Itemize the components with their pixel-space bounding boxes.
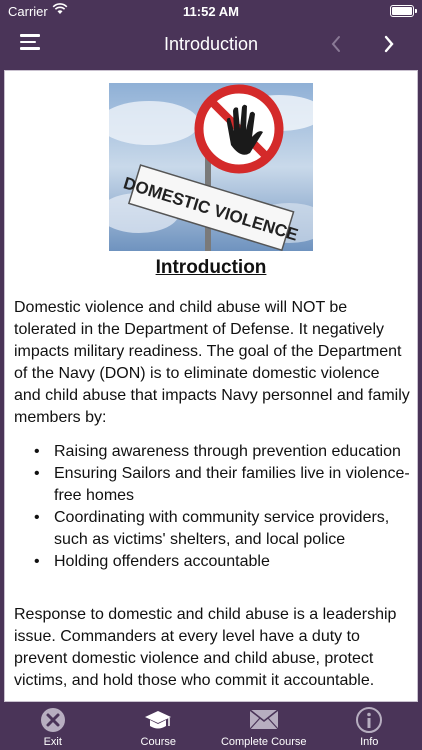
lesson-content[interactable]: DOMESTIC VIOLENCE Introduction Domestic … <box>4 70 418 702</box>
close-circle-icon <box>40 708 65 732</box>
battery-icon <box>390 5 417 17</box>
intro-paragraph: Domestic violence and child abuse will N… <box>14 299 410 426</box>
tab-bar: Exit Course Complete Course Info <box>0 702 422 750</box>
hero-image: DOMESTIC VIOLENCE <box>109 83 313 251</box>
page-title: Introduction <box>163 34 259 54</box>
chevron-right-icon[interactable] <box>383 34 395 56</box>
tab-complete-course[interactable]: Complete Course <box>211 702 317 750</box>
navigation-bar: Introduction <box>0 22 422 66</box>
envelope-icon <box>249 709 279 730</box>
content-frame: DOMESTIC VIOLENCE Introduction Domestic … <box>0 66 422 702</box>
chevron-left-icon[interactable] <box>330 34 342 56</box>
status-bar: Carrier 11:52 AM <box>0 0 422 22</box>
tab-label: Course <box>140 736 176 748</box>
section-heading: Introduction <box>155 257 267 278</box>
list-item: Ensuring Sailors and their families live… <box>14 463 410 507</box>
tab-label: Exit <box>43 736 62 748</box>
info-circle-icon <box>356 707 383 733</box>
list-item: Holding offenders accountable <box>14 551 410 573</box>
tab-course[interactable]: Course <box>106 702 212 750</box>
leadership-paragraph: Response to domestic and child abuse is … <box>14 606 397 689</box>
status-time: 11:52 AM <box>183 4 239 19</box>
tab-info[interactable]: Info <box>317 702 422 750</box>
list-item: Coordinating with community service prov… <box>14 507 410 551</box>
list-item: Raising awareness through prevention edu… <box>14 441 410 463</box>
goals-list: Raising awareness through prevention edu… <box>14 441 410 573</box>
tab-label: Info <box>360 736 379 748</box>
tab-exit[interactable]: Exit <box>0 702 106 750</box>
tab-label: Complete Course <box>220 736 307 748</box>
stop-domestic-violence-image: DOMESTIC VIOLENCE <box>109 83 313 251</box>
graduation-cap-icon <box>145 711 172 729</box>
